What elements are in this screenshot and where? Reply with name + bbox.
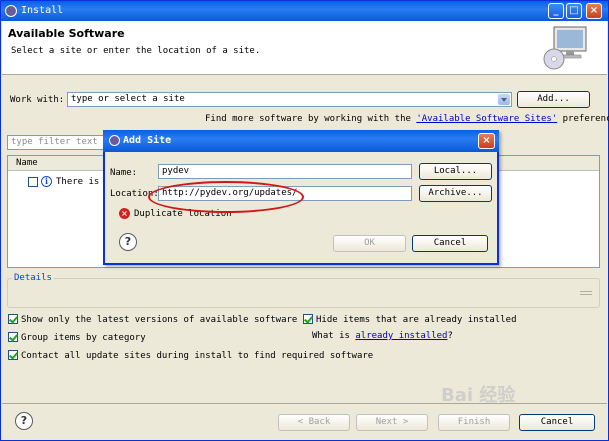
group-by-category-checkbox[interactable]: [8, 332, 18, 342]
hide-installed-checkbox[interactable]: [303, 314, 313, 324]
finish-button[interactable]: Finish: [438, 414, 510, 431]
help-icon[interactable]: ?: [15, 412, 33, 430]
available-sites-link[interactable]: 'Available Software Sites': [416, 114, 557, 124]
show-latest-label: Show only the latest versions of availab…: [21, 315, 298, 325]
local-button[interactable]: Local...: [419, 163, 492, 180]
resize-grip-icon[interactable]: [580, 291, 592, 295]
close-button[interactable]: ×: [586, 3, 602, 19]
install-monitor-cd-icon: [543, 26, 587, 70]
cancel-button[interactable]: Cancel: [519, 414, 595, 431]
name-input[interactable]: pydev: [158, 164, 412, 179]
what-is-installed-text: What is already installed?: [312, 331, 453, 341]
what-is-prefix: What is: [312, 331, 350, 341]
what-is-suffix: ?: [447, 331, 453, 341]
error-icon: ×: [119, 208, 130, 219]
work-with-placeholder: type or select a site: [71, 94, 185, 104]
details-legend: Details: [12, 273, 54, 283]
next-button[interactable]: Next >: [356, 414, 428, 431]
dialog-title: Add Site: [123, 135, 172, 146]
find-more-text: Find more software by working with the '…: [205, 114, 609, 124]
eclipse-icon: [109, 135, 120, 146]
page-title: Available Software: [8, 27, 125, 40]
dialog-title-bar[interactable]: Add Site ×: [103, 130, 499, 152]
minimize-button[interactable]: _: [548, 3, 564, 19]
info-icon: i: [41, 176, 52, 187]
dialog-close-button[interactable]: ×: [478, 133, 495, 149]
add-button[interactable]: Add...: [517, 91, 590, 108]
ok-button[interactable]: OK: [333, 235, 406, 252]
back-button[interactable]: < Back: [278, 414, 350, 431]
page-subtitle: Select a site or enter the location of a…: [11, 46, 261, 56]
work-with-combo[interactable]: type or select a site: [67, 92, 512, 107]
dialog-cancel-button[interactable]: Cancel: [412, 235, 488, 252]
hide-installed-label: Hide items that are already installed: [316, 315, 517, 325]
eclipse-icon: [5, 5, 17, 17]
footer-divider: [2, 403, 607, 404]
group-by-category-label: Group items by category: [21, 333, 146, 343]
maximize-button[interactable]: □: [566, 3, 582, 19]
watermark: Bai 经验: [441, 385, 516, 406]
name-label: Name:: [110, 168, 138, 178]
dialog-help-icon[interactable]: ?: [119, 233, 137, 251]
already-installed-link[interactable]: already installed: [355, 331, 447, 341]
highlight-annotation: [148, 181, 304, 213]
row-checkbox[interactable]: [28, 177, 38, 187]
header-banner: Available Software Select a site or ente…: [2, 21, 607, 75]
find-more-suffix: preferences.: [562, 114, 609, 124]
title-bar[interactable]: Install _ □ ×: [1, 1, 608, 21]
show-latest-checkbox[interactable]: [8, 314, 18, 324]
find-more-prefix: Find more software by working with the: [205, 114, 411, 124]
chevron-down-icon[interactable]: [498, 94, 510, 105]
work-with-label: Work with:: [10, 95, 65, 105]
contact-sites-label: Contact all update sites during install …: [21, 351, 374, 361]
window-title: Install: [21, 5, 64, 16]
contact-sites-checkbox[interactable]: [8, 350, 18, 360]
details-group: Details: [7, 273, 600, 308]
archive-button[interactable]: Archive...: [419, 185, 492, 202]
column-name-header: Name: [16, 158, 38, 168]
